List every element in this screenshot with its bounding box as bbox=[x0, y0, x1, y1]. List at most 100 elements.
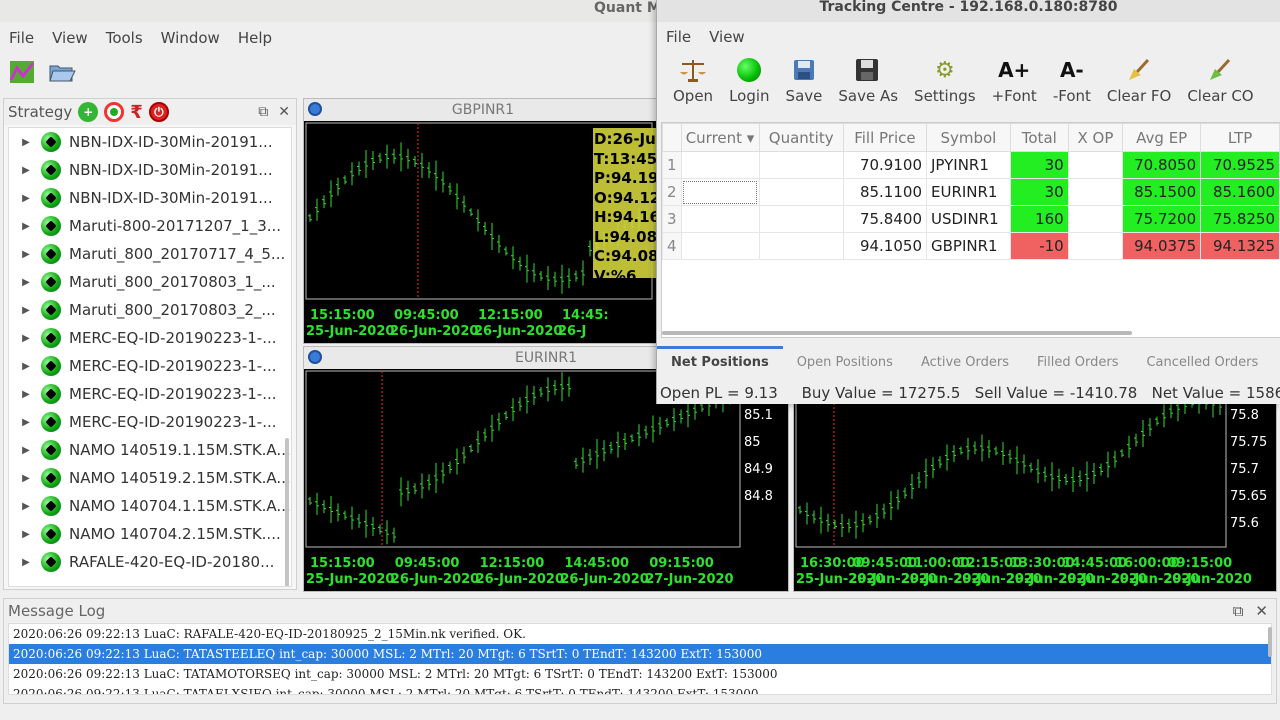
open-folder-icon[interactable] bbox=[48, 58, 76, 86]
expand-arrow-icon[interactable]: ▶ bbox=[9, 529, 35, 540]
tab-net-positions[interactable]: Net Positions bbox=[657, 346, 783, 380]
menu-file[interactable]: File bbox=[0, 24, 43, 52]
close-dock-icon[interactable]: ✕ bbox=[278, 104, 290, 120]
col-symbol[interactable]: Symbol bbox=[925, 123, 1011, 152]
strategy-item[interactable]: ▶ NBN-IDX-ID-30Min-20191... bbox=[9, 156, 291, 184]
tab-open-positions[interactable]: Open Positions bbox=[783, 346, 907, 380]
cell-current[interactable] bbox=[680, 151, 760, 179]
log-line[interactable]: 2020:06:26 09:22:13 LuaC: TATAMOTORSEQ i… bbox=[9, 664, 1271, 684]
target-icon[interactable] bbox=[104, 102, 125, 122]
strategy-item[interactable]: ▶ NAMO 140704.2.15M.STK.... bbox=[9, 520, 291, 548]
menu-help[interactable]: Help bbox=[229, 24, 281, 52]
close-dock-icon[interactable]: ✕ bbox=[1255, 602, 1268, 620]
expand-arrow-icon[interactable]: ▶ bbox=[9, 417, 35, 428]
expand-arrow-icon[interactable]: ▶ bbox=[9, 277, 35, 288]
tab-active-orders[interactable]: Active Orders bbox=[907, 346, 1023, 380]
clear-co-button[interactable]: Clear CO bbox=[1179, 52, 1261, 112]
save-as-button[interactable]: Save As bbox=[830, 52, 906, 112]
strategy-item[interactable]: ▶ NBN-IDX-ID-30Min-20191... bbox=[9, 128, 291, 156]
strategy-item[interactable]: ▶ MERC-EQ-ID-20190223-1-... bbox=[9, 380, 291, 408]
col-total[interactable]: Total bbox=[1009, 123, 1069, 152]
positions-table-body: 1 70.9100 JPYINR1 30 70.8050 70.9525 2 85.1100 E… bbox=[662, 151, 1280, 314]
message-log-header: Message Log ⧉ ✕ bbox=[4, 599, 1276, 623]
strategy-item[interactable]: ▶ NAMO 140519.1.15M.STK.A... bbox=[9, 436, 291, 464]
cell-quantity[interactable] bbox=[758, 151, 844, 179]
expand-arrow-icon[interactable]: ▶ bbox=[9, 333, 35, 344]
strategy-item[interactable]: ▶ Maruti_800_20170803_1_... bbox=[9, 268, 291, 296]
float-dock-icon[interactable]: ⧉ bbox=[1233, 602, 1244, 620]
rupee-icon[interactable]: ₹ bbox=[130, 102, 143, 123]
table-row[interactable]: 3 75.8400 USDINR1 160 75.7200 75.8250 bbox=[662, 205, 1280, 233]
pin-icon[interactable] bbox=[308, 102, 322, 116]
strategy-ball-icon bbox=[41, 244, 61, 264]
cell-quantity[interactable] bbox=[758, 232, 844, 260]
tracking-menu-file[interactable]: File bbox=[657, 23, 700, 51]
expand-arrow-icon[interactable]: ▶ bbox=[9, 389, 35, 400]
tracking-menu-view[interactable]: View bbox=[700, 23, 754, 51]
strategy-ball-icon bbox=[41, 272, 61, 292]
expand-arrow-icon[interactable]: ▶ bbox=[9, 305, 35, 316]
expand-arrow-icon[interactable]: ▶ bbox=[9, 137, 35, 148]
table-hscrollbar[interactable] bbox=[662, 331, 1132, 335]
log-line-selected[interactable]: 2020:06:26 09:22:13 LuaC: TATASTEELEQ in… bbox=[9, 644, 1271, 664]
strategy-item[interactable]: ▶ Maruti-800-20171207_1_3... bbox=[9, 212, 291, 240]
strategy-item[interactable]: ▶ NAMO 140704.1.15M.STK.A... bbox=[9, 492, 291, 520]
cell-quantity[interactable] bbox=[758, 178, 844, 206]
col-xop[interactable]: X OP bbox=[1067, 123, 1124, 152]
strategy-item[interactable]: ▶ MERC-EQ-ID-20190223-1-... bbox=[9, 324, 291, 352]
table-row[interactable]: 1 70.9100 JPYINR1 30 70.8050 70.9525 bbox=[662, 151, 1280, 179]
menu-window[interactable]: Window bbox=[152, 24, 229, 52]
cell-current[interactable] bbox=[680, 232, 760, 260]
col-current[interactable]: Current ▾ bbox=[680, 123, 760, 152]
increase-font-button[interactable]: A+ +Font bbox=[984, 52, 1045, 112]
pin-icon[interactable] bbox=[308, 350, 322, 364]
chart-icon[interactable] bbox=[8, 58, 36, 86]
strategy-item[interactable]: ▶ MERC-EQ-ID-20190223-1-... bbox=[9, 408, 291, 436]
menu-view[interactable]: View bbox=[43, 24, 97, 52]
cell-current[interactable] bbox=[680, 178, 760, 206]
col-quantity[interactable]: Quantity bbox=[758, 123, 844, 152]
expand-arrow-icon[interactable]: ▶ bbox=[9, 473, 35, 484]
strategy-item[interactable]: ▶ NBN-IDX-ID-30Min-20191... bbox=[9, 184, 291, 212]
cell-current[interactable] bbox=[680, 205, 760, 233]
col-fill-price[interactable]: Fill Price bbox=[842, 123, 927, 152]
expand-arrow-icon[interactable]: ▶ bbox=[9, 249, 35, 260]
col-ltp[interactable]: LTP bbox=[1200, 123, 1280, 152]
float-dock-icon[interactable]: ⧉ bbox=[258, 104, 268, 120]
settings-button[interactable]: ⚙ Settings bbox=[906, 52, 984, 112]
strategy-item[interactable]: ▶ Maruti_800_20170717_4_5... bbox=[9, 240, 291, 268]
cell-quantity[interactable] bbox=[758, 205, 844, 233]
expand-arrow-icon[interactable]: ▶ bbox=[9, 361, 35, 372]
clear-fo-button[interactable]: Clear FO bbox=[1099, 52, 1179, 112]
expand-arrow-icon[interactable]: ▶ bbox=[9, 193, 35, 204]
col-avg-ep[interactable]: Avg EP bbox=[1122, 123, 1202, 152]
message-log-scrollbar[interactable] bbox=[1268, 627, 1272, 657]
expand-arrow-icon[interactable]: ▶ bbox=[9, 221, 35, 232]
tab-filled-orders[interactable]: Filled Orders bbox=[1023, 346, 1132, 380]
login-button[interactable]: Login bbox=[721, 52, 777, 112]
decrease-font-button[interactable]: A- -Font bbox=[1045, 52, 1099, 112]
strategy-item[interactable]: ▶ NAMO 140519.2.15M.STK.A... bbox=[9, 464, 291, 492]
expand-arrow-icon[interactable]: ▶ bbox=[9, 165, 35, 176]
expand-arrow-icon[interactable]: ▶ bbox=[9, 445, 35, 456]
log-line[interactable]: 2020:06:26 09:22:13 LuaC: TATAELXSIEQ in… bbox=[9, 684, 1271, 694]
expand-arrow-icon[interactable]: ▶ bbox=[9, 501, 35, 512]
strategy-item[interactable]: ▶ RAFALE-420-EQ-ID-20180... bbox=[9, 548, 291, 576]
table-row[interactable]: 4 94.1050 GBPINR1 -10 94.0375 94.1325 bbox=[662, 232, 1280, 260]
menu-tools[interactable]: Tools bbox=[97, 24, 152, 52]
strategy-scrollbar[interactable] bbox=[285, 438, 289, 586]
save-button[interactable]: Save bbox=[778, 52, 831, 112]
expand-arrow-icon[interactable]: ▶ bbox=[9, 557, 35, 568]
strategy-item[interactable]: ▶ MERC-EQ-ID-20190223-1-... bbox=[9, 352, 291, 380]
y-tick-label: 75.75 bbox=[1230, 435, 1267, 450]
open-button[interactable]: Open bbox=[665, 52, 721, 112]
log-line[interactable]: 2020:06:26 09:22:13 LuaC: RAFALE-420-EQ-… bbox=[9, 624, 1271, 644]
main-toolbar bbox=[8, 58, 76, 92]
tab-cancelled-orders[interactable]: Cancelled Orders bbox=[1132, 346, 1272, 380]
add-strategy-icon[interactable]: + bbox=[78, 102, 99, 122]
strategy-item[interactable]: ▶ Maruti_800_20170803_2_... bbox=[9, 296, 291, 324]
y-tick-label: 85 bbox=[744, 435, 761, 450]
stop-icon[interactable]: ⏻ bbox=[148, 102, 169, 122]
tab-rt[interactable]: RT bbox=[1272, 346, 1280, 380]
table-row[interactable]: 2 85.1100 EURINR1 30 85.1500 85.1600 bbox=[662, 178, 1280, 206]
